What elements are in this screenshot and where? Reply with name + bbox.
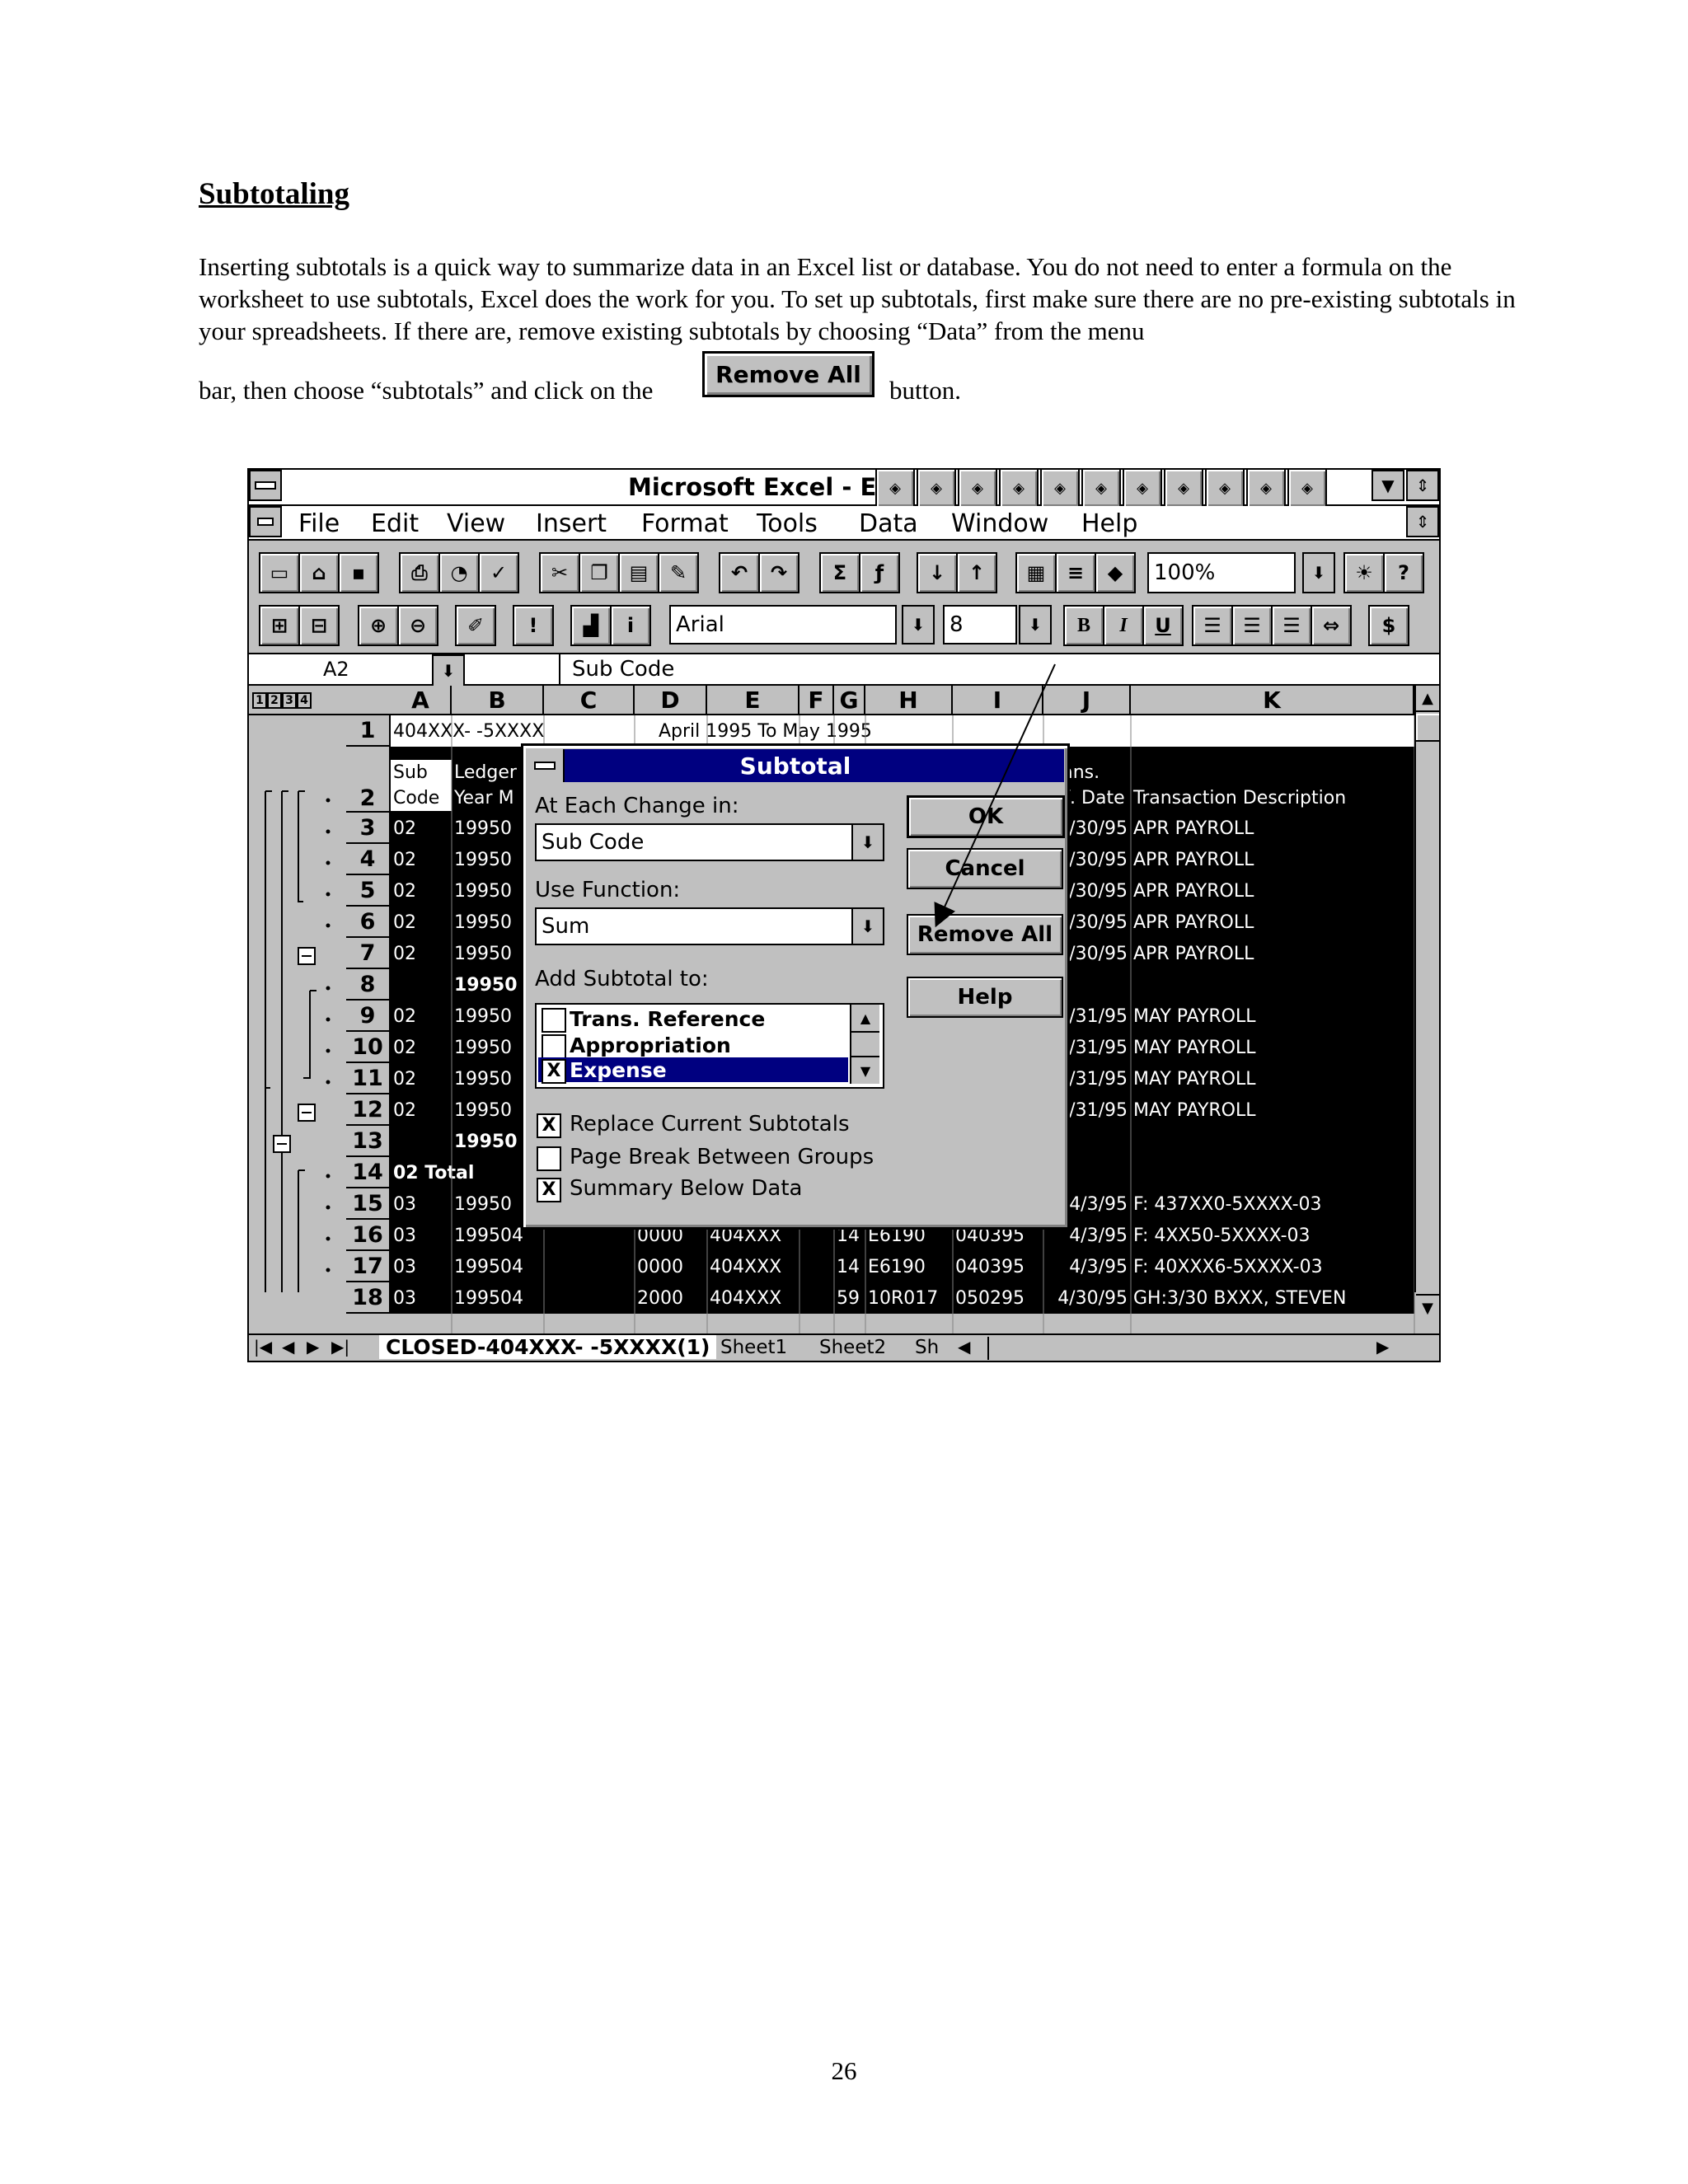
intro-paragraph: Inserting subtotals is a quick way to su…	[199, 252, 1516, 345]
excel-screenshot: Microsoft Excel - EXA ◈ ◈ ◈ ◈ ◈ ◈ ◈ ◈ ◈ ◈ ◈ ▼ ⇕ Fi…	[247, 468, 1441, 1362]
section-heading: Subtotaling	[199, 177, 350, 211]
page-number: 26	[831, 2056, 857, 2085]
instruction-text-end: button.	[889, 376, 961, 405]
instruction-line: bar, then choose “subtotals” and click o…	[199, 351, 1534, 409]
annotation-arrow	[934, 663, 1056, 928]
remove-all-button-illustration: Remove All	[702, 351, 874, 397]
instruction-text: bar, then choose “subtotals” and click o…	[199, 376, 654, 405]
